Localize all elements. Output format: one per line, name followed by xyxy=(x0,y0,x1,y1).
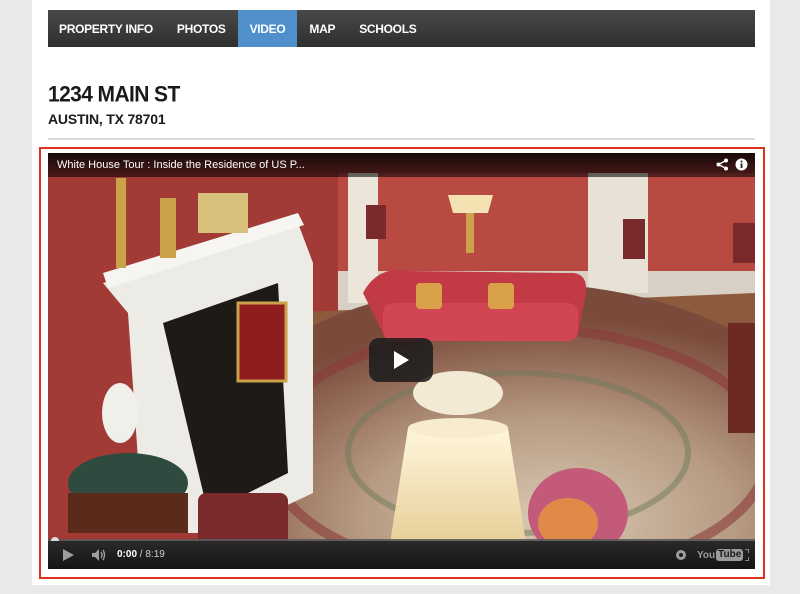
time-separator: / xyxy=(139,549,143,560)
play-button[interactable] xyxy=(369,338,433,382)
duration: 8:19 xyxy=(145,549,165,560)
player-controls: 0:00 / 8:19 You Tube xyxy=(48,541,755,569)
tab-map[interactable]: MAP xyxy=(297,10,347,47)
tab-video[interactable]: VIDEO xyxy=(237,10,298,47)
tab-schools[interactable]: SCHOOLS xyxy=(347,10,428,47)
tab-photos[interactable]: PHOTOS xyxy=(165,10,238,47)
video-title-bar: White House Tour : Inside the Residence … xyxy=(48,153,755,177)
share-icon[interactable] xyxy=(716,158,729,171)
divider xyxy=(48,138,755,140)
play-control-icon[interactable] xyxy=(62,549,74,561)
play-icon xyxy=(394,351,409,369)
video-title[interactable]: White House Tour : Inside the Residence … xyxy=(57,159,305,171)
fullscreen-icon[interactable] xyxy=(736,549,749,561)
property-nav: PROPERTY INFO PHOTOS VIDEO MAP SCHOOLS xyxy=(48,10,755,47)
info-icon[interactable] xyxy=(735,158,748,171)
property-city: AUSTIN, TX 78701 xyxy=(48,111,166,127)
current-time: 0:00 xyxy=(117,549,138,560)
youtube-logo-you: You xyxy=(697,549,716,561)
property-street: 1234 MAIN ST xyxy=(48,82,180,107)
volume-icon[interactable] xyxy=(92,549,107,561)
video-player[interactable]: White House Tour : Inside the Residence … xyxy=(48,153,755,569)
time-display: 0:00 / 8:19 xyxy=(117,549,165,560)
settings-icon[interactable] xyxy=(675,549,687,561)
tab-property-info[interactable]: PROPERTY INFO xyxy=(48,10,165,47)
